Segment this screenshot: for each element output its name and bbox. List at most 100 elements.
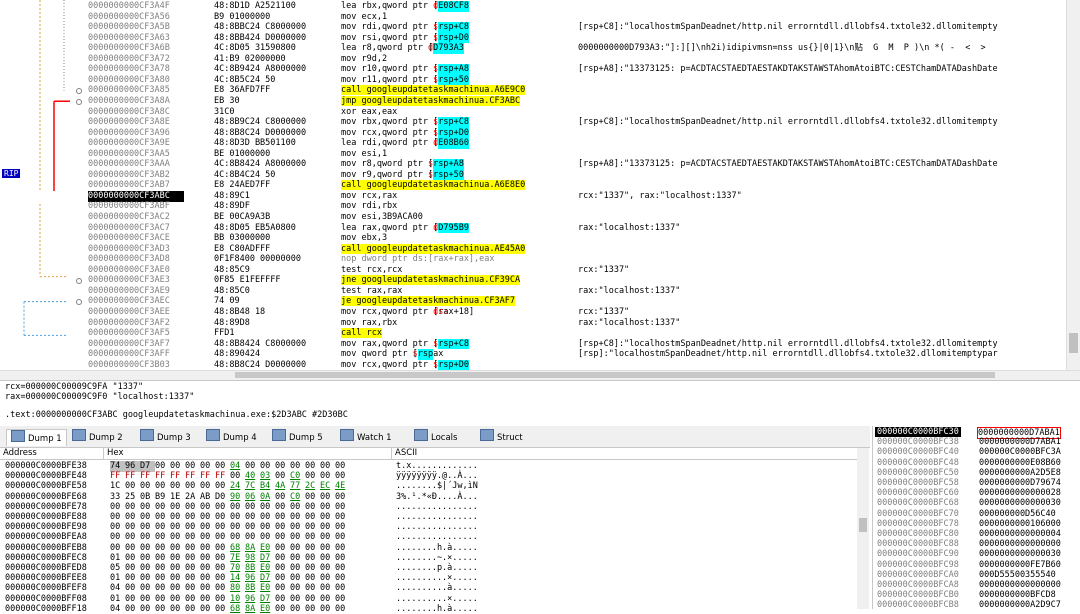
- dump-byte[interactable]: 00: [305, 492, 320, 503]
- dump-byte[interactable]: 00: [215, 594, 230, 605]
- stack-row[interactable]: 000000C0000BFC58 0000000000D79674: [873, 478, 1080, 488]
- disasm-row[interactable]: 0000000000CF3A6B 4C:8D05 31590800 lea r8,q…: [0, 43, 1066, 54]
- dump-byte[interactable]: 00: [275, 532, 290, 543]
- dump-byte[interactable]: AB: [200, 492, 215, 503]
- dump-byte[interactable]: 00: [290, 502, 305, 513]
- stack-row[interactable]: 000000C0000BFC68 0000000000000030: [873, 498, 1080, 508]
- dump-byte[interactable]: 00: [125, 543, 140, 554]
- dump-byte[interactable]: FF: [215, 471, 230, 482]
- dump-byte[interactable]: 00: [320, 522, 335, 533]
- dump-byte[interactable]: 00: [200, 594, 215, 605]
- dump-byte[interactable]: 06: [245, 492, 260, 503]
- dump-byte[interactable]: 00: [320, 543, 335, 554]
- dump-byte[interactable]: 04: [230, 461, 245, 472]
- dump-byte[interactable]: 00: [170, 522, 185, 533]
- dump-byte[interactable]: 00: [335, 583, 350, 594]
- dump-view[interactable]: Address Hex ASCII 000000C0000BFE38 74 96 D7…: [0, 448, 870, 614]
- dump-byte[interactable]: 00: [305, 512, 320, 523]
- tab-struct[interactable]: Struct: [480, 429, 523, 445]
- dump-byte[interactable]: 00: [140, 481, 155, 492]
- disasm-row[interactable]: 0000000000CF3B03 48:8B8C24 D0000000 mov rc…: [0, 359, 1066, 370]
- dump-byte[interactable]: 00: [305, 553, 320, 564]
- dump-byte[interactable]: 00: [185, 583, 200, 594]
- dump-byte[interactable]: D7: [260, 573, 275, 584]
- dump-byte[interactable]: 00: [155, 563, 170, 574]
- dump-byte[interactable]: 01: [110, 573, 125, 584]
- dump-byte[interactable]: 00: [275, 573, 290, 584]
- disassembly-view[interactable]: RIP 0000000000CF3A4F 48:8D1D A2521100 lea …: [0, 0, 1080, 370]
- dump-byte[interactable]: 00: [275, 563, 290, 574]
- dump-row[interactable]: 000000C0000BFEE8 01 00 00 00 00 00 00 00 14 96 D7 00…: [0, 573, 855, 584]
- dump-byte[interactable]: 03: [260, 471, 275, 482]
- tab-dump-4[interactable]: Dump 4: [206, 429, 257, 445]
- dump-byte[interactable]: 00: [125, 512, 140, 523]
- dump-byte[interactable]: 00: [275, 543, 290, 554]
- dump-byte[interactable]: 96: [125, 461, 140, 472]
- dump-byte[interactable]: E0: [260, 543, 275, 554]
- dump-byte[interactable]: 80: [230, 583, 245, 594]
- dump-byte[interactable]: E0: [260, 563, 275, 574]
- dump-byte[interactable]: 00: [170, 573, 185, 584]
- dump-byte[interactable]: C0: [290, 471, 305, 482]
- dump-byte[interactable]: 00: [245, 532, 260, 543]
- dump-byte[interactable]: 00: [290, 522, 305, 533]
- dump-byte[interactable]: 00: [275, 512, 290, 523]
- stack-view[interactable]: 000000C0000BFC30 0000000000D7ABA1 000000C0…: [872, 426, 1080, 610]
- dump-byte[interactable]: 00: [215, 563, 230, 574]
- dump-byte[interactable]: FF: [170, 471, 185, 482]
- dump-byte[interactable]: 90: [230, 492, 245, 503]
- dump-byte[interactable]: 40: [245, 471, 260, 482]
- dump-byte[interactable]: 96: [245, 573, 260, 584]
- dump-byte[interactable]: 00: [155, 553, 170, 564]
- tab-dump-1[interactable]: Dump 1: [6, 429, 67, 446]
- dump-byte[interactable]: 00: [305, 461, 320, 472]
- dump-byte[interactable]: 00: [185, 522, 200, 533]
- dump-byte[interactable]: 00: [230, 471, 245, 482]
- dump-byte[interactable]: 33: [110, 492, 125, 503]
- dump-byte[interactable]: D7: [140, 461, 155, 472]
- dump-byte[interactable]: FF: [140, 471, 155, 482]
- stack-row[interactable]: 000000C0000BFC50 0000000000A2D5E8: [873, 468, 1080, 478]
- dump-row[interactable]: 000000C0000BFE38 74 96 D7 00 00 00 00 00 04 00 00 00…: [0, 461, 855, 472]
- dump-row[interactable]: 000000C0000BFEC8 01 00 00 00 00 00 00 00 7E 98 D7 00…: [0, 553, 855, 564]
- dump-byte[interactable]: 1E: [170, 492, 185, 503]
- dump-byte[interactable]: 00: [200, 512, 215, 523]
- dump-byte[interactable]: 00: [200, 573, 215, 584]
- disasm-row[interactable]: 0000000000CF3A8A EB 30 jmp googleupdatetas…: [0, 95, 1066, 107]
- dump-byte[interactable]: 00: [215, 583, 230, 594]
- disasm-row[interactable]: 0000000000CF3A8C 31C0 xor eax,eax: [0, 107, 1066, 118]
- dump-byte[interactable]: 00: [335, 492, 350, 503]
- dump-byte[interactable]: 00: [320, 553, 335, 564]
- dump-row[interactable]: 000000C0000BFE78 00 00 00 00 00 00 00 00 00 00 00 00…: [0, 502, 855, 513]
- stack-row[interactable]: 000000C0000BFC90 0000000000000030: [873, 549, 1080, 559]
- dump-vertical-scrollbar[interactable]: [857, 448, 869, 609]
- disasm-row[interactable]: 0000000000CF3AEE 48:8B48 18 mov rcx,qword …: [0, 307, 1066, 318]
- dump-byte[interactable]: 00: [290, 512, 305, 523]
- disasm-row[interactable]: 0000000000CF3A8E 48:8B9C24 C8000000 mov rb…: [0, 117, 1066, 128]
- dump-byte[interactable]: 00: [290, 573, 305, 584]
- dump-byte[interactable]: 00: [200, 583, 215, 594]
- dump-byte[interactable]: 00: [305, 543, 320, 554]
- dump-byte[interactable]: 00: [140, 532, 155, 543]
- dump-byte[interactable]: 00: [215, 532, 230, 543]
- dump-byte[interactable]: 00: [305, 583, 320, 594]
- dump-byte[interactable]: D7: [260, 553, 275, 564]
- tab-locals[interactable]: Locals: [414, 429, 457, 445]
- dump-byte[interactable]: 00: [260, 532, 275, 543]
- dump-byte[interactable]: 00: [170, 502, 185, 513]
- dump-byte[interactable]: 00: [260, 522, 275, 533]
- stack-row[interactable]: 000000C0000BFCA0 000D55500355540: [873, 570, 1080, 580]
- stack-row[interactable]: 000000C0000BFC48 0000000000E08B60: [873, 458, 1080, 468]
- dump-byte[interactable]: 24: [230, 481, 245, 492]
- dump-byte[interactable]: 00: [290, 553, 305, 564]
- dump-byte[interactable]: 00: [275, 583, 290, 594]
- dump-byte[interactable]: 00: [170, 512, 185, 523]
- dump-byte[interactable]: B9: [155, 492, 170, 503]
- dump-byte[interactable]: 14: [230, 573, 245, 584]
- dump-byte[interactable]: 00: [140, 553, 155, 564]
- disasm-row[interactable]: 0000000000CF3AA5 BE 01000000 mov esi,1: [0, 149, 1066, 160]
- dump-byte[interactable]: 00: [230, 512, 245, 523]
- dump-byte[interactable]: 00: [125, 522, 140, 533]
- dump-byte[interactable]: 68: [230, 543, 245, 554]
- dump-row[interactable]: 000000C0000BFF08 01 00 00 00 00 00 00 00 10 96 D7 00…: [0, 594, 855, 605]
